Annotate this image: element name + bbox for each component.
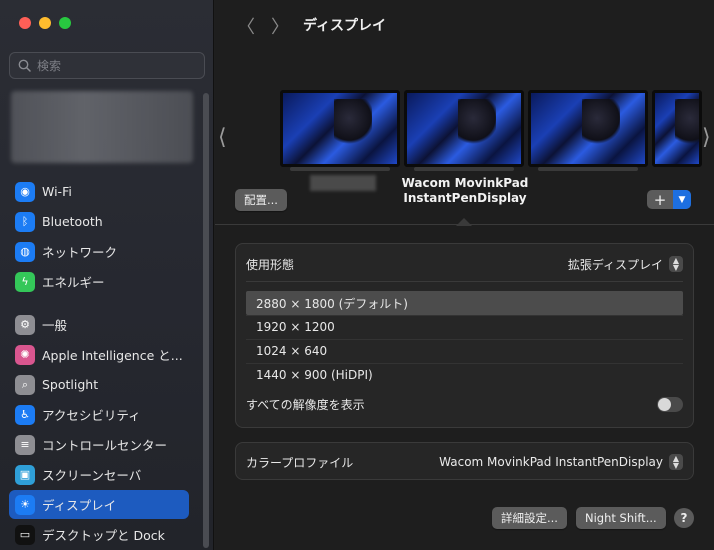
desktop-dock-icon: ▭: [15, 524, 35, 545]
main-pane: 〈 〉 ディスプレイ ⟨ ⟩ 配置... Wacom MovinkPad Ins…: [215, 0, 714, 550]
sidebar-item[interactable]: ☀ ディスプレイ: [9, 490, 189, 519]
display-thumbnail[interactable]: [528, 90, 648, 167]
show-all-toggle[interactable]: [657, 396, 683, 412]
energy-icon: ϟ: [15, 271, 35, 292]
sidebar-item-label: コントロールセンター: [42, 438, 168, 453]
monitor-stand: [290, 167, 390, 171]
control-center-icon: ≡: [15, 434, 35, 455]
sidebar-item[interactable]: ⌕ Spotlight: [9, 370, 189, 399]
accessibility-icon: ♿: [15, 404, 35, 425]
color-profile-row: カラープロファイル Wacom MovinkPad InstantPenDisp…: [246, 452, 683, 472]
sidebar-item[interactable]: ✺ Apple Intelligence と...: [9, 340, 189, 369]
sidebar-item[interactable]: ◉ Wi-Fi: [9, 177, 189, 206]
resolution-option[interactable]: 1024 × 640: [246, 339, 683, 363]
display-thumbnail[interactable]: [652, 90, 702, 167]
show-all-row: すべての解像度を表示: [246, 394, 683, 414]
usage-popup[interactable]: 拡張ディスプレイ ▲ ▼: [568, 256, 683, 273]
arrange-button[interactable]: 配置...: [235, 189, 287, 211]
show-all-label: すべての解像度を表示: [246, 397, 365, 412]
close-window-button[interactable]: [19, 17, 31, 29]
sidebar-item[interactable]: ▭ デスクトップと Dock: [9, 520, 189, 549]
wifi-icon: ◉: [15, 181, 35, 202]
display-sun-icon: ☀: [15, 494, 35, 515]
toolbar: 〈 〉 ディスプレイ: [215, 0, 714, 50]
screensaver-icon: ▣: [15, 464, 35, 485]
account-banner-blurred[interactable]: [11, 91, 193, 163]
sidebar-item[interactable]: ▣ スクリーンセーバ: [9, 460, 189, 489]
sidebar-item[interactable]: ◍ ネットワーク: [9, 237, 189, 266]
minimize-window-button[interactable]: [39, 17, 51, 29]
resolution-card: 使用形態 拡張ディスプレイ ▲ ▼ 2880 × 1800 (デフォルト) 1920…: [235, 243, 694, 428]
display-name-blurred: [310, 175, 376, 191]
color-profile-popup[interactable]: Wacom MovinkPad InstantPenDisplay ▲ ▼: [439, 454, 683, 470]
sidebar-item[interactable]: ≡ コントロールセンター: [9, 430, 189, 459]
sidebar-item[interactable]: ϟ エネルギー: [9, 267, 189, 296]
divider: [246, 281, 683, 282]
add-display-control[interactable]: + ▼: [647, 190, 691, 209]
resolution-option[interactable]: 1920 × 1200: [246, 315, 683, 339]
resolution-option[interactable]: 1440 × 900 (HiDPI): [246, 363, 683, 387]
sidebar-item-label: Spotlight: [42, 377, 99, 392]
selected-display-name: Wacom MovinkPad InstantPenDisplay: [375, 176, 555, 206]
resolution-option[interactable]: 2880 × 1800 (デフォルト): [246, 291, 683, 315]
display-arrangement: ⟨ ⟩ 配置... Wacom MovinkPad InstantPenDisp…: [215, 50, 714, 226]
page-title: ディスプレイ: [303, 18, 387, 34]
night-shift-button[interactable]: Night Shift...: [576, 507, 666, 529]
chevron-right-icon[interactable]: 〉: [271, 13, 289, 39]
sidebar: ◉ Wi-Fi ᛒ Bluetooth ◍ ネットワーク ϟ エネルギー ⚙ 一般 ✺ Apple I…: [0, 0, 214, 550]
chevron-left-icon[interactable]: 〈: [237, 13, 255, 39]
sidebar-item-label: Apple Intelligence と...: [42, 348, 183, 363]
sidebar-scrollbar[interactable]: [203, 93, 209, 548]
sidebar-item[interactable]: ⚙ 一般: [9, 310, 189, 339]
color-profile-value: Wacom MovinkPad InstantPenDisplay: [439, 455, 663, 469]
usage-value: 拡張ディスプレイ: [567, 257, 663, 272]
apple-intelligence-icon: ✺: [15, 344, 35, 365]
sidebar-item-label: エネルギー: [42, 275, 105, 290]
zoom-window-button[interactable]: [59, 17, 71, 29]
color-profile-label: カラープロファイル: [246, 455, 354, 470]
usage-row: 使用形態 拡張ディスプレイ ▲ ▼: [246, 254, 683, 274]
sidebar-item-label: 一般: [42, 318, 68, 333]
search-input[interactable]: [37, 58, 197, 73]
sidebar-item-label: アクセシビリティ: [42, 408, 141, 423]
help-button[interactable]: ?: [674, 508, 694, 528]
monitor-stand: [414, 167, 514, 171]
window-controls: [19, 17, 71, 29]
bluetooth-icon: ᛒ: [15, 211, 35, 232]
updown-icon: ▲ ▼: [669, 256, 683, 272]
plus-icon[interactable]: +: [647, 190, 673, 209]
updown-icon: ▲ ▼: [669, 454, 683, 470]
sidebar-item-label: ネットワーク: [42, 245, 118, 260]
chevron-down-icon[interactable]: ▼: [673, 190, 691, 209]
scroll-right-icon[interactable]: ⟩: [702, 125, 711, 150]
selection-caret: [456, 218, 472, 226]
sidebar-item-label: デスクトップと Dock: [42, 528, 165, 543]
sidebar-item-label: Bluetooth: [42, 214, 103, 229]
search-icon: [18, 59, 31, 72]
sidebar-item[interactable]: ♿ アクセシビリティ: [9, 400, 189, 429]
usage-label: 使用形態: [246, 257, 295, 272]
sidebar-item-label: Wi-Fi: [42, 184, 72, 199]
display-thumbnail[interactable]: [280, 90, 400, 167]
magnifier-icon: ⌕: [15, 374, 35, 395]
system-settings-window: ◉ Wi-Fi ᛒ Bluetooth ◍ ネットワーク ϟ エネルギー ⚙ 一般 ✺ Apple I…: [0, 0, 714, 550]
network-icon: ◍: [15, 241, 35, 262]
search-field[interactable]: [9, 52, 205, 79]
display-name-line2: InstantPenDisplay: [403, 191, 527, 205]
scroll-left-icon[interactable]: ⟨: [218, 125, 227, 150]
color-profile-card: カラープロファイル Wacom MovinkPad InstantPenDisp…: [235, 442, 694, 480]
sidebar-item-label: ディスプレイ: [42, 498, 117, 513]
display-name-line1: Wacom MovinkPad: [401, 176, 529, 190]
sidebar-item[interactable]: ᛒ Bluetooth: [9, 207, 189, 236]
advanced-settings-button[interactable]: 詳細設定...: [492, 507, 567, 529]
monitor-stand: [538, 167, 638, 171]
display-thumbnail-selected[interactable]: [404, 90, 524, 167]
sidebar-item-label: スクリーンセーバ: [42, 468, 142, 483]
gear-icon: ⚙: [15, 314, 35, 335]
